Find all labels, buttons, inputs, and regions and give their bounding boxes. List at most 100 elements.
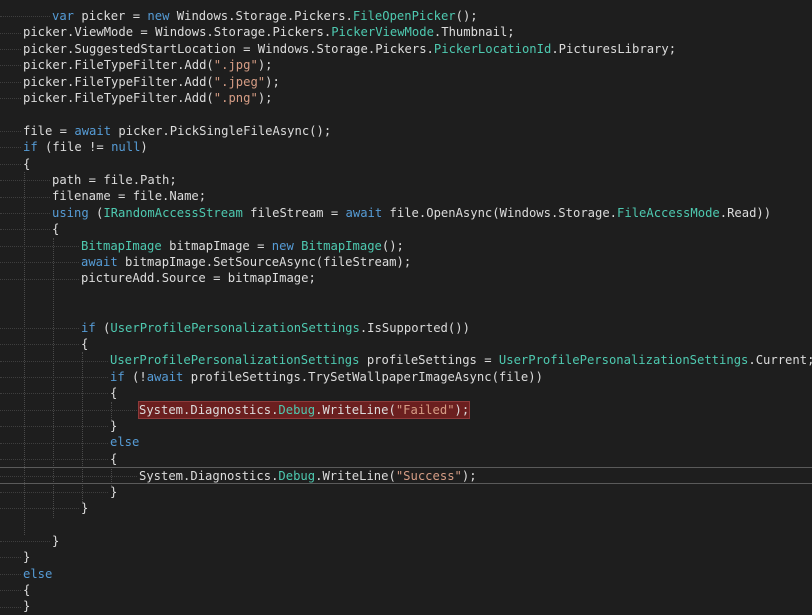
token: await (81, 255, 126, 269)
token: "Success" (395, 469, 462, 484)
code-line[interactable]: else (0, 566, 812, 582)
code-text: pictureAdd.Source = bitmapImage; (81, 270, 316, 286)
token: System.Diagnostics. (139, 469, 279, 484)
code-line[interactable]: } (0, 549, 812, 565)
code-line[interactable]: } (0, 418, 812, 434)
code-line[interactable] (0, 287, 812, 303)
code-line[interactable]: filename = file.Name; (0, 188, 812, 204)
code-line[interactable] (0, 303, 812, 319)
code-line[interactable]: await bitmapImage.SetSourceAsync(fileStr… (0, 254, 812, 270)
whitespace-marker (0, 196, 50, 198)
token: null (111, 140, 141, 155)
code-line[interactable]: if (!await profileSettings.TrySetWallpap… (0, 369, 812, 385)
code-line[interactable]: if (UserProfilePersonalizationSettings.I… (0, 320, 812, 336)
code-line[interactable]: else (0, 434, 812, 450)
token: UserProfilePersonalizationSettings (110, 353, 367, 368)
code-line[interactable]: { (0, 582, 812, 598)
token: ); (454, 402, 470, 417)
code-text: picker.FileTypeFilter.Add(".jpeg"); (23, 74, 280, 90)
code-line[interactable]: picker.FileTypeFilter.Add(".jpg"); (0, 57, 812, 73)
whitespace-marker (0, 508, 79, 510)
code-editor[interactable]: var picker = new Windows.Storage.Pickers… (0, 0, 812, 615)
whitespace-marker (0, 163, 21, 165)
code-line[interactable]: { (0, 221, 812, 237)
code-text: picker.FileTypeFilter.Add(".jpg"); (23, 57, 273, 73)
token: ".png" (213, 91, 258, 105)
code-text: if (UserProfilePersonalizationSettings.I… (81, 320, 470, 336)
token: .IsSupported()) (359, 320, 470, 335)
whitespace-marker (0, 590, 21, 592)
code-text: else (23, 566, 52, 582)
code-line[interactable]: } (0, 500, 812, 516)
token: picker (81, 9, 133, 23)
token: ); (265, 74, 280, 89)
code-line[interactable]: System.Diagnostics.Debug.WriteLine("Succ… (0, 467, 812, 484)
token: file = (23, 123, 75, 138)
whitespace-marker (0, 491, 108, 493)
token: BitmapImage (81, 238, 170, 253)
token: (file != (45, 140, 112, 155)
code-line[interactable]: using (IRandomAccessStream fileStream = … (0, 205, 812, 221)
code-line[interactable]: if (file != null) (0, 139, 812, 155)
whitespace-marker (0, 573, 21, 575)
code-line[interactable]: System.Diagnostics.Debug.WriteLine("Fail… (0, 400, 812, 420)
whitespace-marker (0, 540, 50, 542)
whitespace-marker (0, 32, 21, 34)
code-line[interactable]: pictureAdd.Source = bitmapImage; (0, 270, 812, 286)
token: PickerLocationId (433, 41, 552, 56)
whitespace-marker (0, 606, 21, 608)
token: await (146, 369, 191, 384)
code-text: { (23, 582, 30, 598)
code-line[interactable]: picker.FileTypeFilter.Add(".png"); (0, 90, 812, 106)
code-text: { (110, 385, 117, 401)
whitespace-marker (0, 458, 108, 460)
whitespace-marker (0, 393, 108, 395)
code-text: } (23, 598, 30, 614)
code-line[interactable]: BitmapImage bitmapImage = new BitmapImag… (0, 238, 812, 254)
whitespace-marker (0, 360, 108, 362)
code-line[interactable]: } (0, 533, 812, 549)
token: profileSettings.TrySetWallpaperImageAsyn… (190, 369, 543, 384)
code-line[interactable] (0, 106, 812, 122)
code-line[interactable]: } (0, 598, 812, 614)
code-text: var picker = new Windows.Storage.Pickers… (52, 8, 478, 24)
token: picker.PickSingleFileAsync(); (118, 123, 332, 138)
code-line[interactable]: } (0, 484, 812, 500)
token: Debug (278, 469, 316, 484)
token: bitmapImage.SetSourceAsync(fileStream); (125, 255, 412, 269)
code-text: } (110, 484, 117, 500)
token: Debug (278, 402, 316, 417)
whitespace-marker (0, 147, 21, 149)
token: ) (140, 140, 148, 155)
code-line[interactable]: var picker = new Windows.Storage.Pickers… (0, 8, 812, 24)
code-line[interactable]: picker.SuggestedStartLocation = Windows.… (0, 41, 812, 57)
code-line[interactable]: { (0, 336, 812, 352)
code-line[interactable]: file = await picker.PickSingleFileAsync(… (0, 123, 812, 139)
token: (); (381, 238, 404, 253)
code-line[interactable]: UserProfilePersonalizationSettings profi… (0, 352, 812, 368)
whitespace-marker (0, 180, 50, 182)
code-line[interactable] (0, 516, 812, 532)
code-line[interactable]: { (0, 385, 812, 401)
token: await (345, 205, 390, 220)
token: .WriteLine( (315, 469, 396, 484)
token: .Current; (748, 353, 812, 368)
code-line[interactable]: picker.ViewMode = Windows.Storage.Picker… (0, 24, 812, 40)
whitespace-marker (0, 98, 21, 100)
token: } (81, 501, 89, 515)
token: ); (257, 91, 273, 105)
token: (); (455, 9, 478, 23)
highlighted-code: System.Diagnostics.Debug.WriteLine("Fail… (137, 400, 471, 420)
whitespace-marker (0, 476, 137, 478)
token: ".jpeg" (213, 74, 266, 89)
code-line[interactable]: { (0, 156, 812, 172)
code-text: } (81, 500, 88, 516)
code-line[interactable]: { (0, 451, 812, 467)
token: BitmapImage (301, 238, 382, 253)
code-text: } (110, 418, 117, 434)
code-line[interactable]: picker.FileTypeFilter.Add(".jpeg"); (0, 74, 812, 90)
code-line[interactable]: path = file.Path; (0, 172, 812, 188)
token: if (81, 320, 104, 335)
token: { (23, 156, 31, 171)
token: PickerViewMode (331, 25, 434, 40)
